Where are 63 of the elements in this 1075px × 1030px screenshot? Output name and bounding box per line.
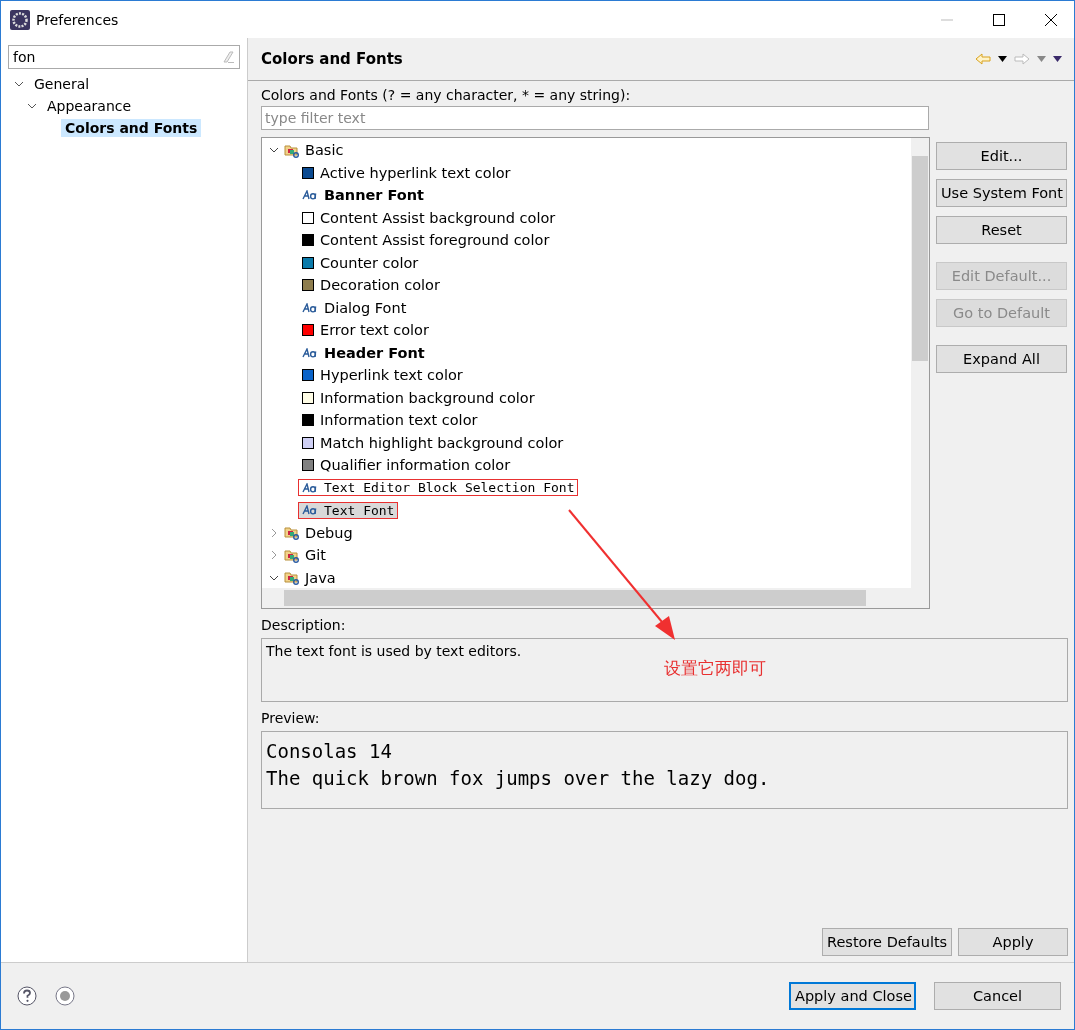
tree-item[interactable]: Dialog Font — [298, 298, 411, 317]
font-icon — [302, 505, 318, 516]
tree-item[interactable]: Active hyperlink text color — [298, 163, 515, 182]
folder-icon — [284, 547, 300, 563]
folder-icon — [284, 525, 300, 541]
tree-item[interactable]: Hyperlink text color — [298, 366, 467, 385]
highlighted-tree-item[interactable]: Text Font — [298, 501, 399, 519]
category-label[interactable]: Basic — [305, 142, 344, 159]
dropdown-icon[interactable] — [998, 56, 1007, 62]
chevron-icon[interactable] — [27, 101, 37, 111]
filter-field[interactable]: type filter text — [261, 106, 929, 130]
tree-item[interactable]: Content Assist background color — [298, 208, 560, 227]
vertical-scrollbar[interactable] — [911, 138, 929, 588]
gear-icon — [10, 9, 30, 30]
eraser-icon[interactable] — [220, 51, 234, 63]
horizontal-scrollbar[interactable] — [262, 588, 929, 608]
tree-item[interactable]: General — [30, 75, 94, 93]
description-text: The text font is used by text editors. — [266, 643, 522, 659]
tree-item[interactable]: Colors and Fonts — [61, 119, 202, 137]
page-button[interactable]: Apply — [958, 928, 1068, 956]
tree-item[interactable]: Match highlight background color — [298, 433, 568, 452]
highlighted-tree-item[interactable]: Text Editor Block Selection Font — [298, 479, 579, 497]
action-button[interactable]: Expand All — [936, 345, 1067, 373]
category-label[interactable]: Java — [305, 569, 336, 586]
window-title: Preferences — [36, 11, 119, 28]
tree-item[interactable]: Qualifier information color — [298, 456, 515, 475]
preview-text: The quick brown fox jumps over the lazy dog. — [266, 766, 771, 791]
tree-item[interactable]: Banner Font — [298, 186, 429, 205]
tree-item[interactable]: Counter color — [298, 253, 423, 272]
page-title: Colors and Fonts — [261, 50, 404, 68]
preview-label: Preview: — [261, 710, 321, 726]
tree-item[interactable]: Error text color — [298, 321, 433, 340]
chevron-icon[interactable] — [14, 79, 24, 89]
tree-item[interactable]: Appearance — [43, 97, 136, 115]
annotation-text: 设置它两即可 — [664, 657, 766, 680]
menu-icon[interactable] — [1053, 56, 1062, 62]
tree-item[interactable]: Information text color — [298, 411, 482, 430]
close-icon[interactable] — [1044, 12, 1058, 27]
font-icon — [302, 347, 318, 358]
font-icon — [302, 482, 318, 493]
help-icon[interactable] — [17, 986, 37, 1006]
action-button[interactable]: Reset — [936, 216, 1067, 244]
tree-item[interactable]: Information background color — [298, 388, 539, 407]
tree-item[interactable]: Decoration color — [298, 276, 444, 295]
folder-icon — [284, 570, 300, 586]
dialog-button[interactable]: Apply and Close — [789, 982, 916, 1010]
font-icon — [302, 190, 318, 201]
maximize-icon[interactable] — [992, 12, 1006, 27]
font-icon — [302, 302, 318, 313]
tree-item[interactable]: Content Assist foreground color — [298, 231, 554, 250]
record-icon[interactable] — [55, 986, 75, 1006]
description-label: Description: — [261, 617, 347, 633]
folder-icon — [284, 142, 300, 158]
category-label[interactable]: Debug — [305, 524, 353, 541]
action-button[interactable]: Use System Font — [936, 179, 1067, 207]
search-field[interactable]: fon — [8, 45, 240, 69]
tree-item[interactable]: Header Font — [298, 343, 429, 362]
category-label[interactable]: Git — [305, 547, 326, 564]
dialog-button[interactable]: Cancel — [934, 982, 1061, 1010]
action-button[interactable]: Edit... — [936, 142, 1067, 170]
list-label: Colors and Fonts (? = any character, * = any string): — [261, 87, 632, 103]
page-button[interactable]: Restore Defaults — [822, 928, 952, 956]
preview-text: Consolas 14 — [266, 739, 393, 764]
